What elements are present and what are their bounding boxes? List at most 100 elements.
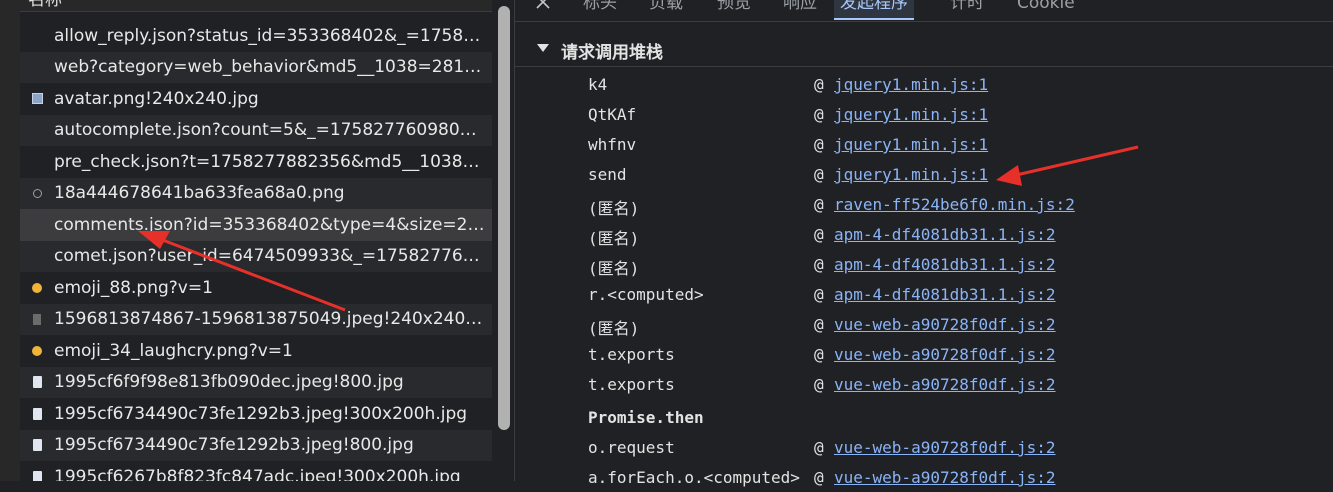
source-link[interactable]: apm-4-df4081db31.1.js:2 xyxy=(834,285,1056,304)
section-title: 请求调用堆栈 xyxy=(561,43,663,63)
source-link[interactable]: jquery1.min.js:1 xyxy=(834,75,988,94)
document-icon-glyph xyxy=(32,439,42,452)
request-row[interactable]: autocomplete.json?count=5&_=175827760980… xyxy=(20,114,492,146)
tab-cookies[interactable]: Cookie xyxy=(1011,0,1081,20)
detail-tabbar: 标头 负载 预览 响应 发起程序 计时 Cookie xyxy=(515,0,1333,22)
request-row[interactable]: avatar.png!240x240.jpg xyxy=(20,83,492,115)
request-row[interactable]: emoji_88.png?v=1 xyxy=(20,272,492,304)
request-row[interactable]: comet.json?user_id=6474509933&_=17582776… xyxy=(20,240,492,272)
function-name: t.exports xyxy=(588,345,675,364)
stack-frame-row: (匿名) @ vue-web-a90728f0df.js:2 xyxy=(515,309,1333,339)
function-name: k4 xyxy=(588,75,608,94)
function-name: (匿名) xyxy=(588,319,640,338)
request-name: autocomplete.json?count=5&_=175827760980… xyxy=(54,120,488,141)
at-symbol: @ xyxy=(814,438,824,457)
source-link[interactable]: raven-ff524be6f0.min.js:2 xyxy=(834,195,1075,214)
async-boundary-row: Promise.then xyxy=(515,399,1333,432)
close-icon[interactable] xyxy=(535,0,551,10)
call-stack-list: k4 @ jquery1.min.js:1 QtKAf @ jquery1.min.js:… xyxy=(515,69,1333,492)
request-list: allow_reply.json?status_id=353368402&_=1… xyxy=(20,20,492,481)
source-link[interactable]: vue-web-a90728f0df.js:2 xyxy=(834,315,1056,334)
tab-headers[interactable]: 标头 xyxy=(577,0,623,20)
tab-initiator[interactable]: 发起程序 xyxy=(834,0,914,20)
photo-icon-glyph xyxy=(33,313,41,325)
source-link[interactable]: apm-4-df4081db31.1.js:2 xyxy=(834,255,1056,274)
call-stack-section-header[interactable]: 请求调用堆栈 xyxy=(515,34,1333,67)
tab-payload[interactable]: 负载 xyxy=(643,0,689,20)
source-link[interactable]: apm-4-df4081db31.1.js:2 xyxy=(834,225,1056,244)
request-name: 1995cf6267b8f823fc847adc.jpeg!300x200h.j… xyxy=(54,466,461,481)
function-name: Promise.then xyxy=(588,408,704,427)
emoji-icon xyxy=(20,282,54,293)
request-name: pre_check.json?t=1758277882356&md5__1038… xyxy=(54,151,480,172)
at-symbol: @ xyxy=(814,75,824,94)
request-row[interactable]: 1995cf6267b8f823fc847adc.jpeg!300x200h.j… xyxy=(20,461,492,481)
tab-timing[interactable]: 计时 xyxy=(944,0,990,20)
at-symbol: @ xyxy=(814,255,824,274)
request-name: 1596813874867-1596813875049.jpeg!240x240… xyxy=(54,309,492,330)
request-row[interactable]: 1995cf6734490c73fe1292b3.jpeg!800.jpg xyxy=(20,429,492,461)
stack-frame-row: k4 @ jquery1.min.js:1 xyxy=(515,69,1333,99)
list-gutter xyxy=(0,0,20,481)
document-icon xyxy=(20,439,54,452)
at-symbol: @ xyxy=(814,285,824,304)
tab-preview[interactable]: 预览 xyxy=(711,0,757,20)
stack-frame-row: t.exports @ vue-web-a90728f0df.js:2 xyxy=(515,339,1333,369)
avatar-icon-glyph xyxy=(31,93,43,105)
source-link[interactable]: jquery1.min.js:1 xyxy=(834,105,988,124)
stack-frame-row: r.<computed> @ apm-4-df4081db31.1.js:2 xyxy=(515,279,1333,309)
source-link[interactable]: vue-web-a90728f0df.js:2 xyxy=(834,345,1056,364)
stack-frame-row: send @ jquery1.min.js:1 xyxy=(515,159,1333,189)
request-list-pane: 名称 allow_reply.json?status_id=353368402&… xyxy=(0,0,515,481)
request-row[interactable]: 1596813874867-1596813875049.jpeg!240x240… xyxy=(20,303,492,335)
scrollbar-thumb[interactable] xyxy=(498,6,510,430)
request-name: comet.json?user_id=6474509933&_=17582776… xyxy=(54,246,491,267)
request-row[interactable]: allow_reply.json?status_id=353368402&_=1… xyxy=(20,20,492,52)
at-symbol: @ xyxy=(814,135,824,154)
info-icon xyxy=(20,188,54,198)
source-link[interactable]: jquery1.min.js:1 xyxy=(834,135,988,154)
emoji-icon xyxy=(20,345,54,356)
at-symbol: @ xyxy=(814,105,824,124)
stack-frame-row: t.exports @ vue-web-a90728f0df.js:2 xyxy=(515,369,1333,399)
function-name: o.request xyxy=(588,438,675,457)
tab-response[interactable]: 响应 xyxy=(777,0,823,20)
document-icon-glyph xyxy=(32,470,42,481)
function-name: whfnv xyxy=(588,135,637,154)
stack-frame-row: (匿名) @ apm-4-df4081db31.1.js:2 xyxy=(515,249,1333,279)
request-row[interactable]: comments.json?id=353368402&type=4&size=2… xyxy=(20,209,492,241)
expand-triangle-icon[interactable] xyxy=(537,44,549,52)
at-symbol: @ xyxy=(814,345,824,364)
function-name: (匿名) xyxy=(588,259,640,278)
request-row[interactable]: 1995cf6734490c73fe1292b3.jpeg!300x200h.j… xyxy=(20,398,492,430)
source-link[interactable]: vue-web-a90728f0df.js:2 xyxy=(834,375,1056,394)
request-name: 1995cf6f9f98e813fb090dec.jpeg!800.jpg xyxy=(54,372,404,393)
source-link[interactable]: vue-web-a90728f0df.js:2 xyxy=(834,438,1056,457)
stack-frame-row: QtKAf @ jquery1.min.js:1 xyxy=(515,99,1333,129)
source-link[interactable]: jquery1.min.js:1 xyxy=(834,165,988,184)
stack-frame-row: whfnv @ jquery1.min.js:1 xyxy=(515,129,1333,159)
request-row[interactable]: emoji_34_laughcry.png?v=1 xyxy=(20,335,492,367)
request-row[interactable]: pre_check.json?t=1758277882356&md5__1038… xyxy=(20,146,492,178)
stack-frame-row: a.forEach.o.<computed> @ vue-web-a90728f0d… xyxy=(515,462,1333,492)
request-name: emoji_88.png?v=1 xyxy=(54,277,213,298)
request-row[interactable]: web?category=web_behavior&md5__1038=281… xyxy=(20,51,492,83)
function-name: (匿名) xyxy=(588,199,640,218)
request-name: allow_reply.json?status_id=353368402&_=1… xyxy=(54,25,491,46)
at-symbol: @ xyxy=(814,195,824,214)
stack-frame-row: (匿名) @ apm-4-df4081db31.1.js:2 xyxy=(515,219,1333,249)
function-name: r.<computed> xyxy=(588,285,704,304)
request-name: emoji_34_laughcry.png?v=1 xyxy=(54,340,293,361)
request-name: 1995cf6734490c73fe1292b3.jpeg!300x200h.j… xyxy=(54,403,468,424)
document-icon xyxy=(20,470,54,481)
request-name: 1995cf6734490c73fe1292b3.jpeg!800.jpg xyxy=(54,435,414,456)
avatar-icon xyxy=(20,93,54,105)
name-column-header[interactable]: 名称 xyxy=(20,0,492,12)
emoji-icon-glyph xyxy=(32,345,42,356)
source-link[interactable]: vue-web-a90728f0df.js:2 xyxy=(834,468,1056,487)
request-name: 18a444678641ba633fea68a0.png xyxy=(54,183,345,204)
function-name: QtKAf xyxy=(588,105,637,124)
at-symbol: @ xyxy=(814,225,824,244)
request-row[interactable]: 18a444678641ba633fea68a0.png xyxy=(20,177,492,209)
request-row[interactable]: 1995cf6f9f98e813fb090dec.jpeg!800.jpg xyxy=(20,366,492,398)
